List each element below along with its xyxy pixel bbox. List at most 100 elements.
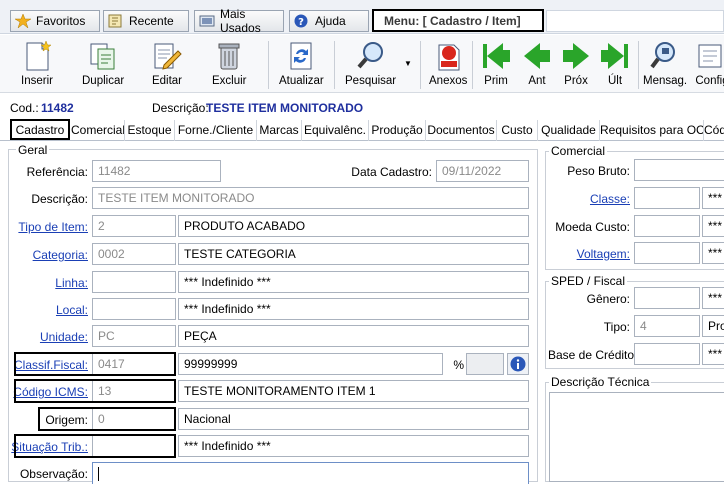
config-label: Config	[695, 75, 724, 87]
tipo-item-code-field[interactable]: 2	[92, 215, 176, 237]
tab-equivalenc[interactable]: Equivalênc.	[302, 120, 369, 141]
pesquisar-dropdown-icon[interactable]: ▼	[404, 59, 412, 68]
toolbar-separator	[472, 41, 473, 89]
inserir-label: Inserir	[21, 75, 53, 87]
toolbar-separator	[638, 41, 639, 89]
duplicar-label: Duplicar	[82, 75, 125, 87]
ult-label: Últ	[607, 75, 623, 87]
tab-bar: Cadastro Comercial Estoque Forne./Client…	[0, 118, 724, 141]
voltagem-desc-field: ***	[702, 242, 724, 264]
genero-label: Gênero:	[586, 292, 630, 306]
voltagem-code-field[interactable]	[634, 242, 700, 264]
tab-qualidade[interactable]: Qualidade	[538, 120, 600, 141]
quick-access-bar: Favoritos Recente Mais Usados ? Ajuda Me…	[0, 0, 724, 35]
attachment-icon	[438, 44, 460, 71]
tipo-sped-label: Tipo:	[603, 320, 630, 334]
moeda-custo-code-field[interactable]	[634, 215, 700, 237]
classif-fiscal-desc-field: 99999999	[178, 353, 443, 375]
categoria-desc-field: TESTE CATEGORIA	[178, 243, 529, 265]
prim-button[interactable]: Prim	[479, 39, 513, 91]
tipo-sped-desc-field: Prod	[702, 315, 724, 337]
descricao-info-value: TESTE ITEM MONITORADO	[206, 101, 364, 115]
ajuda-button[interactable]: ? Ajuda	[289, 10, 369, 32]
config-button[interactable]: Config	[695, 39, 724, 91]
tab-requisitos-oc[interactable]: Requisitos para OC	[600, 120, 704, 141]
text-cursor	[98, 467, 99, 481]
categoria-link[interactable]: Categoria:	[10, 248, 88, 262]
base-credito-code-field[interactable]	[634, 343, 700, 365]
mensag-button[interactable]: Mensag.	[643, 39, 687, 91]
tab-forne-cliente[interactable]: Forne./Cliente	[175, 120, 257, 141]
duplicar-button[interactable]: Duplicar	[82, 39, 124, 91]
toolbar-separator	[420, 41, 421, 89]
menu-path-label: Menu: [ Cadastro / Item]	[372, 9, 544, 32]
excluir-button[interactable]: Excluir	[212, 39, 247, 91]
record-info-bar: Cod.: 11482 Descrição: TESTE ITEM MONITO…	[0, 96, 724, 118]
tab-documentos[interactable]: Documentos	[426, 120, 497, 141]
classe-code-field[interactable]	[634, 187, 700, 209]
tipo-sped-code-field[interactable]: 4	[634, 315, 700, 337]
descricao-tecnica-field[interactable]	[549, 392, 724, 482]
voltagem-link[interactable]: Voltagem:	[548, 247, 630, 261]
ajuda-label: Ajuda	[315, 14, 346, 28]
local-link[interactable]: Local:	[10, 303, 88, 317]
ant-button[interactable]: Ant	[520, 39, 554, 91]
refresh-icon	[290, 42, 312, 70]
pesquisar-button[interactable]: Pesquisar	[345, 39, 396, 91]
linha-link[interactable]: Linha:	[10, 276, 88, 290]
search-icon	[357, 42, 383, 69]
toolbar-separator	[268, 41, 269, 89]
descricao-field[interactable]: TESTE ITEM MONITORADO	[92, 187, 529, 209]
edit-icon	[154, 43, 182, 70]
local-desc-field: *** Indefinido ***	[178, 298, 529, 320]
unidade-code-field[interactable]: PC	[92, 325, 176, 347]
mais-usados-label: Mais Usados	[220, 7, 261, 35]
favoritos-button[interactable]: Favoritos	[10, 10, 100, 32]
first-record-icon	[483, 43, 510, 69]
categoria-code-field[interactable]: 0002	[92, 243, 176, 265]
peso-bruto-field[interactable]	[634, 159, 724, 181]
highlight-classif-fiscal	[14, 352, 176, 376]
prox-label: Próx	[564, 75, 588, 87]
atualizar-label: Atualizar	[279, 75, 324, 87]
message-icon	[650, 42, 676, 69]
recente-label: Recente	[129, 14, 174, 28]
classe-link[interactable]: Classe:	[548, 192, 630, 206]
genero-code-field[interactable]	[634, 287, 700, 309]
data-cadastro-field[interactable]: 09/11/2022	[436, 160, 529, 182]
highlight-codigo-icms	[14, 379, 176, 403]
tab-custo[interactable]: Custo	[497, 120, 538, 141]
menu-path-field	[546, 10, 724, 32]
ult-button[interactable]: Últ	[598, 39, 632, 91]
tab-comercial[interactable]: Comercial	[71, 120, 125, 141]
tab-cod[interactable]: Cód	[704, 120, 724, 141]
star-icon	[14, 13, 32, 29]
atualizar-button[interactable]: Atualizar	[279, 39, 324, 91]
help-icon: ?	[294, 14, 310, 28]
last-record-icon	[601, 43, 628, 69]
tab-marcas[interactable]: Marcas	[257, 120, 302, 141]
unidade-link[interactable]: Unidade:	[10, 330, 88, 344]
referencia-field[interactable]: 11482	[92, 160, 221, 182]
next-record-icon	[563, 43, 589, 69]
anexos-button[interactable]: Anexos	[429, 39, 467, 91]
tipo-item-link[interactable]: Tipo de Item:	[10, 220, 88, 234]
tab-producao[interactable]: Produção	[369, 120, 426, 141]
pesquisar-label: Pesquisar	[345, 75, 397, 87]
prim-label: Prim	[484, 75, 508, 87]
prox-button[interactable]: Próx	[559, 39, 593, 91]
inserir-button[interactable]: Inserir	[20, 39, 54, 91]
linha-code-field[interactable]	[92, 271, 176, 293]
tab-estoque[interactable]: Estoque	[125, 120, 175, 141]
recente-button[interactable]: Recente	[103, 10, 189, 32]
info-button[interactable]	[507, 353, 529, 375]
tab-cadastro[interactable]: Cadastro	[10, 119, 70, 140]
toolbar-separator	[334, 41, 335, 89]
tipo-item-desc-field: PRODUTO ACABADO	[178, 215, 529, 237]
base-credito-desc-field: ***	[702, 343, 724, 365]
observacao-field[interactable]	[92, 462, 529, 484]
local-code-field[interactable]	[92, 298, 176, 320]
peso-bruto-label: Peso Bruto:	[567, 164, 630, 178]
editar-button[interactable]: Editar	[150, 39, 184, 91]
mais-usados-button[interactable]: Mais Usados	[194, 7, 284, 35]
